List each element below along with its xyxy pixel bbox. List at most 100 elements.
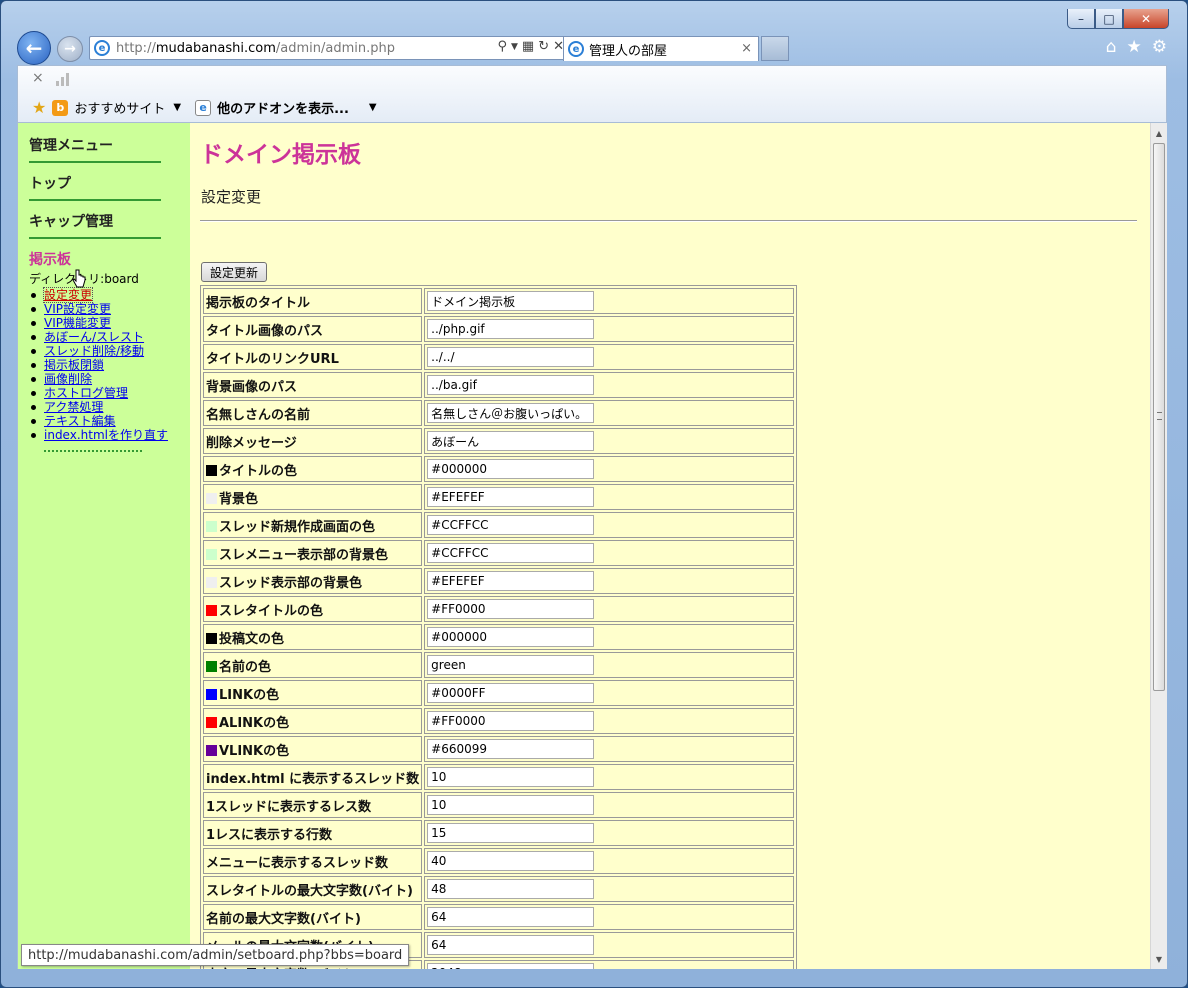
setting-value-cell <box>424 792 795 818</box>
sidebar-link[interactable]: 掲示板閉鎖 <box>44 358 104 372</box>
sidebar-link[interactable]: index.htmlを作り直す <box>44 428 168 442</box>
setting-value-cell <box>424 736 795 762</box>
update-settings-button[interactable]: 設定更新 <box>201 262 268 282</box>
setting-label-cell: スレッド表示部の背景色 <box>203 568 423 594</box>
tab-active[interactable]: e 管理人の部屋 × <box>563 36 759 61</box>
sidebar-item-top[interactable]: トップ <box>29 173 161 201</box>
setting-input[interactable] <box>427 795 595 815</box>
sidebar-link[interactable]: あぼーん/スレスト <box>44 330 144 344</box>
setting-value-cell <box>424 680 795 706</box>
setting-input[interactable] <box>427 543 595 563</box>
maximize-button[interactable]: □ <box>1095 9 1123 29</box>
setting-input[interactable] <box>427 319 595 339</box>
sidebar-item-host-log[interactable]: ホストログ管理 <box>29 386 190 400</box>
setting-input[interactable] <box>427 347 595 367</box>
minimize-button[interactable]: – <box>1067 9 1095 29</box>
setting-label: タイトルの色 <box>219 463 298 479</box>
address-url[interactable]: http://mudabanashi.com/admin/admin.php <box>116 41 395 56</box>
sidebar-item-vip-settings[interactable]: VIP設定変更 <box>29 302 190 316</box>
setting-label: index.html に表示するスレッド数 <box>206 771 420 787</box>
sidebar-item-vip-functions[interactable]: VIP機能変更 <box>29 316 190 330</box>
chevron-down-icon[interactable]: ▼ <box>369 102 377 113</box>
close-window-button[interactable]: ✕ <box>1123 9 1169 29</box>
sidebar-item-thread-delete[interactable]: スレッド削除/移動 <box>29 344 190 358</box>
color-swatch-icon <box>206 464 217 476</box>
setting-input[interactable] <box>427 459 595 479</box>
search-icon[interactable]: ⚲ <box>497 39 507 54</box>
setting-value-cell <box>424 568 795 594</box>
chevron-down-icon[interactable]: ▼ <box>173 102 181 113</box>
vertical-scrollbar[interactable]: ▲ ▼ <box>1150 123 1167 969</box>
setting-input[interactable] <box>427 291 595 311</box>
setting-input[interactable] <box>427 851 595 871</box>
dropdown-icon[interactable]: ▼ <box>511 42 518 54</box>
url-scheme: http:// <box>116 40 156 56</box>
refresh-icon[interactable]: ↻ <box>538 39 549 54</box>
setting-value-cell <box>424 484 795 510</box>
scroll-thumb[interactable] <box>1153 143 1165 691</box>
setting-input[interactable] <box>427 515 595 535</box>
color-swatch-icon <box>206 548 217 560</box>
sidebar-item-ban[interactable]: アク禁処理 <box>29 400 190 414</box>
new-tab-button[interactable] <box>761 36 789 61</box>
setting-input[interactable] <box>427 879 595 899</box>
settings-row: 名無しさんの名前 <box>203 400 795 426</box>
more-addons-link[interactable]: 他のアドオンを表示... <box>217 98 349 117</box>
setting-input[interactable] <box>427 739 595 759</box>
page-viewport: 管理メニュー トップ キャップ管理 掲示板 ディレクトリ:board 設定変更 … <box>17 123 1167 969</box>
star-icon[interactable]: ★ <box>1127 37 1142 57</box>
setting-input[interactable] <box>427 823 595 843</box>
sidebar-link[interactable]: テキスト編集 <box>44 414 116 428</box>
sidebar-link[interactable]: 設定変更 <box>42 287 94 303</box>
address-bar[interactable]: e http://mudabanashi.com/admin/admin.php… <box>89 36 569 60</box>
sidebar-link[interactable]: ホストログ管理 <box>44 386 128 400</box>
setting-input[interactable] <box>427 403 595 423</box>
sidebar-link[interactable]: 画像削除 <box>44 372 92 386</box>
sidebar-item-close-board[interactable]: 掲示板閉鎖 <box>29 358 190 372</box>
setting-input[interactable] <box>427 935 595 955</box>
sidebar-item-settings[interactable]: 設定変更 <box>29 287 190 303</box>
recommended-sites-link[interactable]: おすすめサイト <box>74 98 165 117</box>
sidebar-link[interactable]: VIP設定変更 <box>44 302 111 316</box>
sidebar-item-cap[interactable]: キャップ管理 <box>29 211 161 239</box>
gear-icon[interactable]: ⚙ <box>1152 37 1167 57</box>
setting-input[interactable] <box>427 907 595 927</box>
compatibility-icon[interactable]: ▦ <box>522 39 534 54</box>
setting-value-cell <box>424 428 795 454</box>
home-icon[interactable]: ⌂ <box>1106 37 1117 57</box>
sidebar-link[interactable]: アク禁処理 <box>44 400 103 414</box>
sidebar-item-image-delete[interactable]: 画像削除 <box>29 372 190 386</box>
scroll-up-icon[interactable]: ▲ <box>1151 125 1167 141</box>
tab-close-icon[interactable]: × <box>741 41 752 56</box>
setting-input[interactable] <box>427 431 595 451</box>
setting-input[interactable] <box>427 627 595 647</box>
setting-label-cell: スレタイトルの色 <box>203 596 423 622</box>
sidebar-item-text-edit[interactable]: テキスト編集 <box>29 414 190 428</box>
setting-value-cell <box>424 288 795 314</box>
setting-label: タイトル画像のパス <box>206 323 324 339</box>
sidebar-item-rebuild-index[interactable]: index.htmlを作り直す <box>29 428 190 442</box>
setting-input[interactable] <box>427 963 595 969</box>
setting-input[interactable] <box>427 571 595 591</box>
sidebar-item-abon[interactable]: あぼーん/スレスト <box>29 330 190 344</box>
setting-value-cell <box>424 652 795 678</box>
setting-input[interactable] <box>427 683 595 703</box>
setting-input[interactable] <box>427 767 595 787</box>
setting-input[interactable] <box>427 487 595 507</box>
color-swatch-icon <box>206 576 217 588</box>
setting-label: タイトルのリンクURL <box>206 351 339 367</box>
setting-input[interactable] <box>427 375 595 395</box>
setting-input[interactable] <box>427 711 595 731</box>
setting-input[interactable] <box>427 599 595 619</box>
back-button[interactable]: ← <box>17 31 51 65</box>
setting-label-cell: タイトル画像のパス <box>203 316 423 342</box>
board-heading: 掲示板 <box>29 252 71 268</box>
setting-input[interactable] <box>427 655 595 675</box>
forward-button[interactable]: → <box>57 36 83 62</box>
setting-value-cell <box>424 708 795 734</box>
sidebar-link[interactable]: VIP機能変更 <box>44 316 111 330</box>
favorites-star-icon[interactable]: ★ <box>32 98 46 117</box>
scroll-down-icon[interactable]: ▼ <box>1151 951 1167 967</box>
sidebar-link[interactable]: スレッド削除/移動 <box>44 344 144 358</box>
status-close-icon[interactable]: × <box>32 70 44 86</box>
